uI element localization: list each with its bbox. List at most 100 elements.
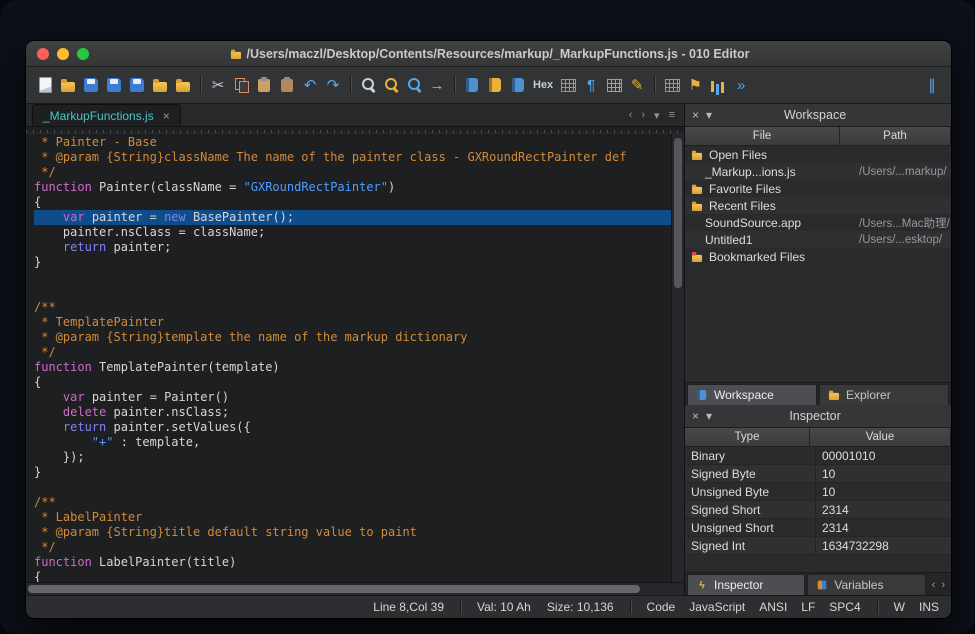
histogram-icon[interactable] [707, 74, 729, 96]
code-line[interactable] [34, 285, 671, 300]
workspace-row[interactable]: Open Files [685, 146, 951, 163]
code-line[interactable]: */ [34, 165, 671, 180]
code-line[interactable]: }); [34, 450, 671, 465]
inspector-row[interactable]: Binary00001010 [685, 447, 951, 465]
workspace-row[interactable]: SoundSource.app/Users...Mac助理/ [685, 214, 951, 231]
code-line[interactable]: * Painter - Base [34, 135, 671, 150]
code-line[interactable]: */ [34, 540, 671, 555]
code-line[interactable] [34, 270, 671, 285]
tab-list-icon[interactable]: ≡ [669, 109, 675, 121]
code-line[interactable] [34, 480, 671, 495]
inspector-row[interactable]: Unsigned Short2314 [685, 519, 951, 537]
code-line[interactable]: } [34, 255, 671, 270]
zoom-window-button[interactable] [77, 48, 89, 60]
code-line[interactable]: * LabelPainter [34, 510, 671, 525]
tab-explorer[interactable]: Explorer [819, 384, 949, 405]
tab-workspace[interactable]: Workspace [687, 384, 817, 405]
close-window-button[interactable] [37, 48, 49, 60]
minimize-window-button[interactable] [57, 48, 69, 60]
open-recent-icon[interactable] [149, 74, 171, 96]
code-line[interactable]: var painter = new BasePainter(); [34, 210, 671, 225]
inspector-row[interactable]: Signed Short2314 [685, 501, 951, 519]
code-line[interactable]: { [34, 375, 671, 390]
code-line[interactable]: */ [34, 345, 671, 360]
inspector-row[interactable]: Unsigned Byte10 [685, 483, 951, 501]
workspace-row[interactable]: Favorite Files [685, 180, 951, 197]
inspector-tabs-scroll-right-icon[interactable]: › [941, 579, 945, 591]
column-header-path[interactable]: Path [840, 127, 951, 145]
code-line[interactable]: * @param {String}className The name of t… [34, 150, 671, 165]
code-line[interactable]: function Painter(className = "GXRoundRec… [34, 180, 671, 195]
favorite-files-icon[interactable] [172, 74, 194, 96]
code-line[interactable]: function TemplatePainter(template) [34, 360, 671, 375]
workspace-row[interactable]: _Markup...ions.js/Users/...markup/ [685, 163, 951, 180]
workspace-row[interactable]: Recent Files [685, 197, 951, 214]
workspace-menu-icon[interactable]: ▾ [706, 108, 712, 122]
tab-markupfunctions[interactable]: _MarkupFunctions.js × [32, 104, 181, 126]
template-results-icon[interactable] [507, 74, 529, 96]
find-replace-icon[interactable] [380, 74, 402, 96]
code-area[interactable]: * Painter - Base * @param {String}classN… [26, 134, 671, 582]
code-line[interactable]: "+" : template, [34, 435, 671, 450]
code-line[interactable]: * @param {String}title default string va… [34, 525, 671, 540]
code-line[interactable]: function LabelPainter(title) [34, 555, 671, 570]
bookmark-icon[interactable]: ⚑ [684, 74, 706, 96]
tab-close-icon[interactable]: × [163, 109, 170, 123]
find-in-files-icon[interactable] [403, 74, 425, 96]
paste-icon[interactable] [253, 74, 275, 96]
tab-inspector[interactable]: Inspector [687, 574, 805, 595]
open-file-icon[interactable] [57, 74, 79, 96]
code-line[interactable]: { [34, 195, 671, 210]
tab-variables[interactable]: Variables [807, 574, 925, 595]
inspector-menu-icon[interactable]: ▾ [706, 409, 712, 423]
workspace-close-icon[interactable]: × [692, 108, 699, 122]
more-tools-icon[interactable]: » [730, 74, 752, 96]
code-line[interactable]: * @param {String}template the name of th… [34, 330, 671, 345]
save-all-icon[interactable] [126, 74, 148, 96]
tab-scroll-right-icon[interactable]: › [641, 109, 645, 121]
tab-scroll-left-icon[interactable]: ‹ [629, 109, 633, 121]
tab-menu-icon[interactable]: ▾ [654, 109, 660, 122]
show-whitespace-icon[interactable]: ¶ [580, 74, 602, 96]
workspace-row[interactable]: Untitled1/Users/...esktop/ [685, 231, 951, 248]
column-header-file[interactable]: File [685, 127, 840, 145]
redo-icon[interactable]: ↷ [322, 74, 344, 96]
goto-icon[interactable]: → [426, 74, 448, 96]
code-line[interactable]: { [34, 570, 671, 582]
save-as-icon[interactable] [103, 74, 125, 96]
code-line[interactable]: /** [34, 300, 671, 315]
inspector-tabs-scroll-left-icon[interactable]: ‹ [932, 579, 936, 591]
column-mode-icon[interactable] [603, 74, 625, 96]
horizontal-scrollbar[interactable] [26, 582, 684, 595]
code-line[interactable]: delete painter.nsClass; [34, 405, 671, 420]
hex-mode-icon[interactable]: Hex [530, 74, 556, 96]
save-icon[interactable] [80, 74, 102, 96]
inspector-row[interactable]: Signed Byte10 [685, 465, 951, 483]
new-file-icon[interactable] [34, 74, 56, 96]
inspector-row[interactable]: Signed Int1634732298 [685, 537, 951, 555]
code-line[interactable]: var painter = Painter() [34, 390, 671, 405]
column-header-type[interactable]: Type [685, 428, 810, 446]
undo-icon[interactable]: ↶ [299, 74, 321, 96]
table-view-icon[interactable] [557, 74, 579, 96]
cut-icon[interactable]: ✂ [207, 74, 229, 96]
open-template-icon[interactable] [461, 74, 483, 96]
find-icon[interactable] [357, 74, 379, 96]
vertical-scrollbar-thumb[interactable] [674, 138, 682, 288]
code-line[interactable]: return painter; [34, 240, 671, 255]
code-line[interactable]: * TemplatePainter [34, 315, 671, 330]
paste-special-icon[interactable] [276, 74, 298, 96]
copy-icon[interactable] [230, 74, 252, 96]
horizontal-scrollbar-thumb[interactable] [28, 585, 640, 593]
code-line[interactable]: painter.nsClass = className; [34, 225, 671, 240]
column-header-value[interactable]: Value [810, 428, 951, 446]
run-template-icon[interactable] [484, 74, 506, 96]
code-line[interactable]: return painter.setValues({ [34, 420, 671, 435]
edit-as-icon[interactable]: ✎ [626, 74, 648, 96]
inspector-close-icon[interactable]: × [692, 409, 699, 423]
code-line[interactable]: /** [34, 495, 671, 510]
vertical-scrollbar[interactable] [671, 134, 684, 582]
workspace-row[interactable]: Bookmarked Files [685, 248, 951, 265]
pause-icon[interactable]: ∥ [921, 74, 943, 96]
code-line[interactable]: } [34, 465, 671, 480]
